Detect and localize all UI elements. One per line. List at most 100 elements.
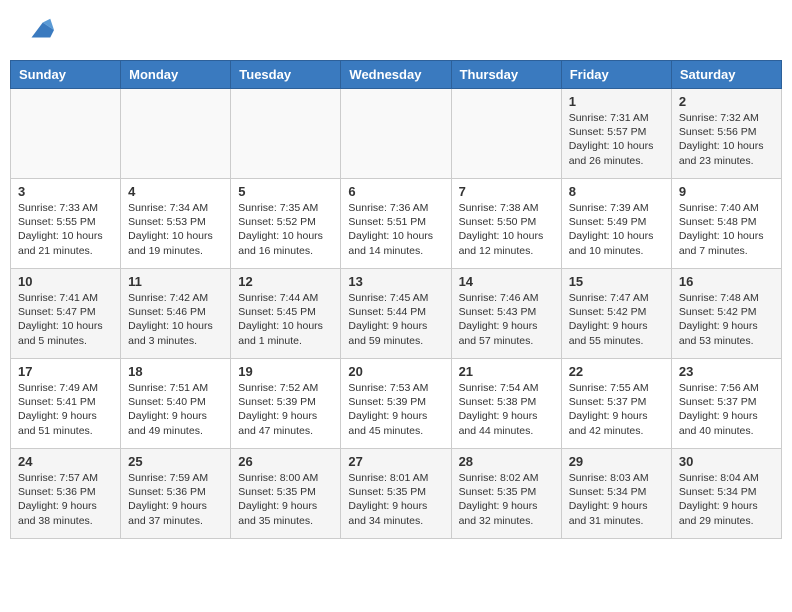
calendar-cell: [11, 89, 121, 179]
day-number: 10: [18, 274, 113, 289]
calendar-cell: 7 Sunrise: 7:38 AM Sunset: 5:50 PM Daylig…: [451, 179, 561, 269]
day-info: Sunrise: 8:03 AM Sunset: 5:34 PM Dayligh…: [569, 471, 664, 528]
calendar-cell: 13Sunrise: 7:45 AM Sunset: 5:44 PM Dayli…: [341, 269, 451, 359]
day-number: 30: [679, 454, 774, 469]
calendar-cell: 16Sunrise: 7:48 AM Sunset: 5:42 PM Dayli…: [671, 269, 781, 359]
day-number: 24: [18, 454, 113, 469]
day-info: Sunrise: 7:31 AM Sunset: 5:57 PM Dayligh…: [569, 111, 664, 168]
calendar-cell: [341, 89, 451, 179]
week-row-5: 24 Sunrise: 7:57 AM Sunset: 5:36 PM Dayli…: [11, 449, 782, 539]
day-number: 23: [679, 364, 774, 379]
calendar-cell: 26 Sunrise: 8:00 AM Sunset: 5:35 PM Dayli…: [231, 449, 341, 539]
day-info: Sunrise: 7:44 AM Sunset: 5:45 PM Dayligh…: [238, 291, 333, 348]
calendar-cell: 23 Sunrise: 7:56 AM Sunset: 5:37 PM Dayli…: [671, 359, 781, 449]
day-info: Sunrise: 7:32 AM Sunset: 5:56 PM Dayligh…: [679, 111, 774, 168]
day-number: 15: [569, 274, 664, 289]
calendar-cell: [121, 89, 231, 179]
week-row-4: 17 Sunrise: 7:49 AM Sunset: 5:41 PM Dayli…: [11, 359, 782, 449]
day-number: 7: [459, 184, 554, 199]
calendar-cell: 27Sunrise: 8:01 AM Sunset: 5:35 PM Dayli…: [341, 449, 451, 539]
day-number: 1: [569, 94, 664, 109]
day-info: Sunrise: 7:48 AM Sunset: 5:42 PM Dayligh…: [679, 291, 774, 348]
day-header-friday: Friday: [561, 61, 671, 89]
day-info: Sunrise: 7:55 AM Sunset: 5:37 PM Dayligh…: [569, 381, 664, 438]
week-row-3: 10 Sunrise: 7:41 AM Sunset: 5:47 PM Dayli…: [11, 269, 782, 359]
day-info: Sunrise: 7:35 AM Sunset: 5:52 PM Dayligh…: [238, 201, 333, 258]
day-info: Sunrise: 7:47 AM Sunset: 5:42 PM Dayligh…: [569, 291, 664, 348]
day-header-saturday: Saturday: [671, 61, 781, 89]
calendar-cell: 24 Sunrise: 7:57 AM Sunset: 5:36 PM Dayli…: [11, 449, 121, 539]
calendar-cell: 21 Sunrise: 7:54 AM Sunset: 5:38 PM Dayli…: [451, 359, 561, 449]
day-number: 19: [238, 364, 333, 379]
calendar-cell: [231, 89, 341, 179]
day-info: Sunrise: 7:53 AM Sunset: 5:39 PM Dayligh…: [348, 381, 443, 438]
day-info: Sunrise: 8:02 AM Sunset: 5:35 PM Dayligh…: [459, 471, 554, 528]
calendar-cell: 30 Sunrise: 8:04 AM Sunset: 5:34 PM Dayli…: [671, 449, 781, 539]
calendar-cell: 9 Sunrise: 7:40 AM Sunset: 5:48 PM Daylig…: [671, 179, 781, 269]
calendar-cell: 5Sunrise: 7:35 AM Sunset: 5:52 PM Daylig…: [231, 179, 341, 269]
calendar-cell: 10 Sunrise: 7:41 AM Sunset: 5:47 PM Dayli…: [11, 269, 121, 359]
calendar-cell: 22 Sunrise: 7:55 AM Sunset: 5:37 PM Dayli…: [561, 359, 671, 449]
day-info: Sunrise: 7:33 AM Sunset: 5:55 PM Dayligh…: [18, 201, 113, 258]
day-info: Sunrise: 7:56 AM Sunset: 5:37 PM Dayligh…: [679, 381, 774, 438]
calendar-cell: 12 Sunrise: 7:44 AM Sunset: 5:45 PM Dayli…: [231, 269, 341, 359]
day-info: Sunrise: 7:45 AM Sunset: 5:44 PM Dayligh…: [348, 291, 443, 348]
day-number: 14: [459, 274, 554, 289]
day-info: Sunrise: 7:36 AM Sunset: 5:51 PM Dayligh…: [348, 201, 443, 258]
logo-icon: [24, 15, 54, 45]
logo: [20, 15, 54, 45]
calendar-cell: 29 Sunrise: 8:03 AM Sunset: 5:34 PM Dayli…: [561, 449, 671, 539]
calendar-cell: 2Sunrise: 7:32 AM Sunset: 5:56 PM Daylig…: [671, 89, 781, 179]
day-number: 21: [459, 364, 554, 379]
day-info: Sunrise: 7:41 AM Sunset: 5:47 PM Dayligh…: [18, 291, 113, 348]
calendar-cell: 8 Sunrise: 7:39 AM Sunset: 5:49 PM Daylig…: [561, 179, 671, 269]
day-info: Sunrise: 7:57 AM Sunset: 5:36 PM Dayligh…: [18, 471, 113, 528]
calendar-cell: 17 Sunrise: 7:49 AM Sunset: 5:41 PM Dayli…: [11, 359, 121, 449]
day-info: Sunrise: 7:49 AM Sunset: 5:41 PM Dayligh…: [18, 381, 113, 438]
day-header-wednesday: Wednesday: [341, 61, 451, 89]
week-row-1: 1 Sunrise: 7:31 AM Sunset: 5:57 PM Daylig…: [11, 89, 782, 179]
day-info: Sunrise: 7:54 AM Sunset: 5:38 PM Dayligh…: [459, 381, 554, 438]
day-number: 27: [348, 454, 443, 469]
calendar-cell: 19 Sunrise: 7:52 AM Sunset: 5:39 PM Dayli…: [231, 359, 341, 449]
day-header-sunday: Sunday: [11, 61, 121, 89]
day-header-monday: Monday: [121, 61, 231, 89]
week-row-2: 3Sunrise: 7:33 AM Sunset: 5:55 PM Daylig…: [11, 179, 782, 269]
day-info: Sunrise: 7:42 AM Sunset: 5:46 PM Dayligh…: [128, 291, 223, 348]
day-info: Sunrise: 7:46 AM Sunset: 5:43 PM Dayligh…: [459, 291, 554, 348]
day-number: 9: [679, 184, 774, 199]
calendar-cell: 4Sunrise: 7:34 AM Sunset: 5:53 PM Daylig…: [121, 179, 231, 269]
calendar-cell: [451, 89, 561, 179]
day-number: 6: [348, 184, 443, 199]
day-info: Sunrise: 7:39 AM Sunset: 5:49 PM Dayligh…: [569, 201, 664, 258]
calendar-cell: 15 Sunrise: 7:47 AM Sunset: 5:42 PM Dayli…: [561, 269, 671, 359]
day-number: 4: [128, 184, 223, 199]
day-info: Sunrise: 7:51 AM Sunset: 5:40 PM Dayligh…: [128, 381, 223, 438]
day-number: 18: [128, 364, 223, 379]
calendar-cell: 3Sunrise: 7:33 AM Sunset: 5:55 PM Daylig…: [11, 179, 121, 269]
day-number: 28: [459, 454, 554, 469]
calendar-cell: 20 Sunrise: 7:53 AM Sunset: 5:39 PM Dayli…: [341, 359, 451, 449]
day-number: 17: [18, 364, 113, 379]
day-number: 29: [569, 454, 664, 469]
day-number: 8: [569, 184, 664, 199]
calendar-cell: 28 Sunrise: 8:02 AM Sunset: 5:35 PM Dayli…: [451, 449, 561, 539]
calendar-cell: 6 Sunrise: 7:36 AM Sunset: 5:51 PM Daylig…: [341, 179, 451, 269]
day-info: Sunrise: 8:04 AM Sunset: 5:34 PM Dayligh…: [679, 471, 774, 528]
calendar-cell: 14 Sunrise: 7:46 AM Sunset: 5:43 PM Dayli…: [451, 269, 561, 359]
calendar-header-row: SundayMondayTuesdayWednesdayThursdayFrid…: [11, 61, 782, 89]
day-number: 26: [238, 454, 333, 469]
day-number: 12: [238, 274, 333, 289]
day-info: Sunrise: 7:40 AM Sunset: 5:48 PM Dayligh…: [679, 201, 774, 258]
day-info: Sunrise: 7:38 AM Sunset: 5:50 PM Dayligh…: [459, 201, 554, 258]
day-info: Sunrise: 7:52 AM Sunset: 5:39 PM Dayligh…: [238, 381, 333, 438]
day-number: 25: [128, 454, 223, 469]
day-number: 22: [569, 364, 664, 379]
calendar-cell: 18 Sunrise: 7:51 AM Sunset: 5:40 PM Dayli…: [121, 359, 231, 449]
day-header-thursday: Thursday: [451, 61, 561, 89]
calendar-cell: 1 Sunrise: 7:31 AM Sunset: 5:57 PM Daylig…: [561, 89, 671, 179]
page-header: [10, 10, 782, 50]
day-info: Sunrise: 7:59 AM Sunset: 5:36 PM Dayligh…: [128, 471, 223, 528]
day-info: Sunrise: 8:00 AM Sunset: 5:35 PM Dayligh…: [238, 471, 333, 528]
day-number: 20: [348, 364, 443, 379]
